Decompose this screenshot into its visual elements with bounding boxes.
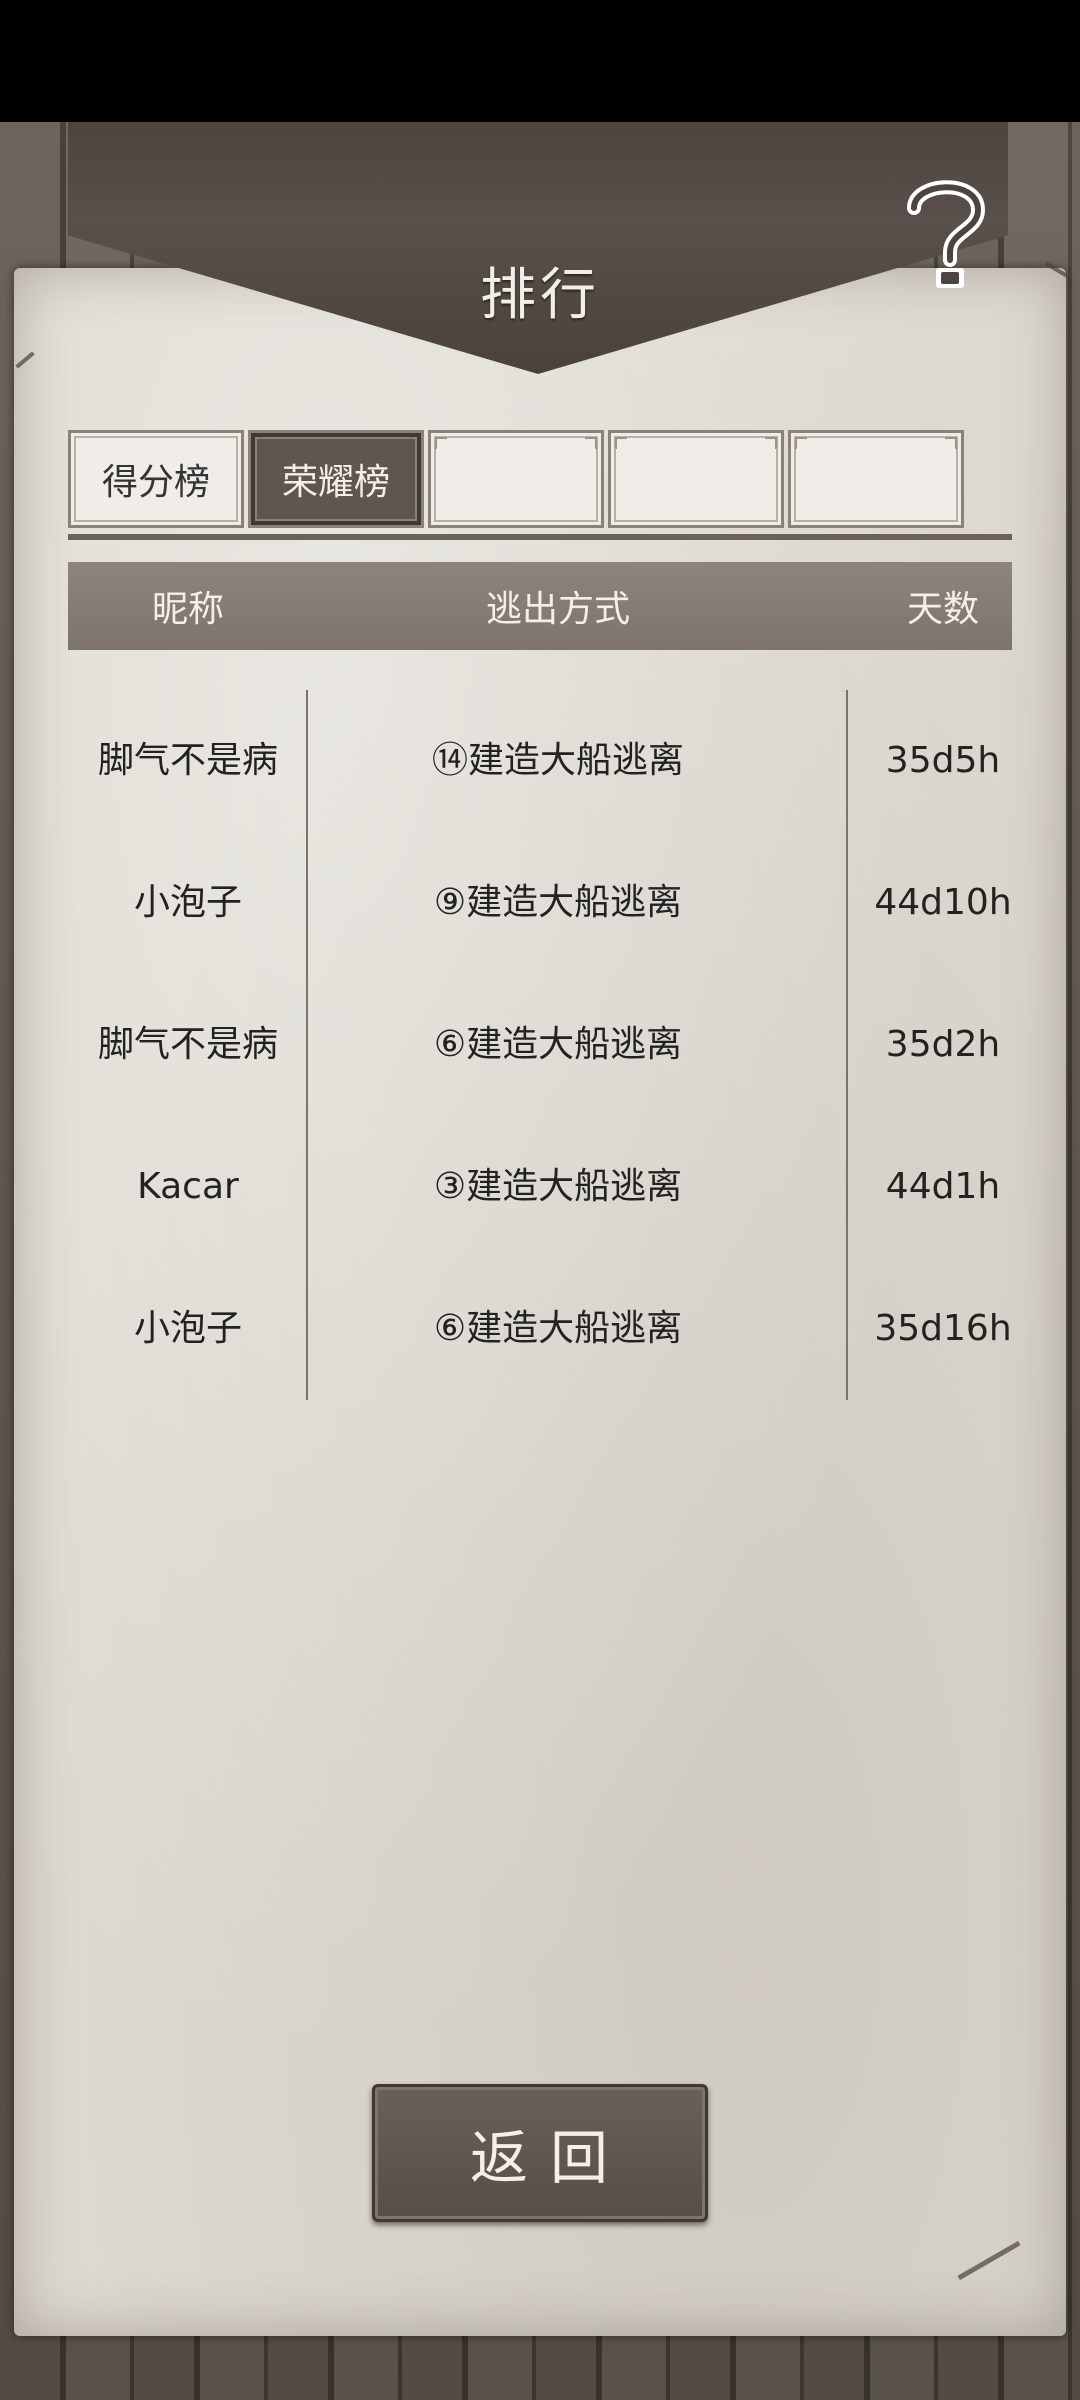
status-bar [0, 0, 1080, 122]
table-row: Kacar ③建造大船逃离 44d1h [68, 1116, 1012, 1258]
row-escape-method: ⑭建造大船逃离 [431, 740, 684, 781]
tab-empty-3[interactable] [428, 430, 604, 528]
tab-empty-5[interactable] [788, 430, 964, 528]
question-mark-icon [907, 180, 986, 288]
tab-label: 得分榜 [101, 462, 210, 503]
row-escape-method: ⑥建造大船逃离 [433, 1024, 683, 1065]
row-days: 35d16h [874, 1308, 1012, 1349]
tab-honor[interactable]: 荣耀榜 [248, 430, 424, 528]
row-nickname: 小泡子 [133, 1308, 242, 1349]
crack-decoration [957, 2240, 1021, 2281]
header-days: 天数 [906, 589, 979, 630]
ranking-table: 脚气不是病 ⑭建造大船逃离 35d5h 小泡子 ⑨建造大船逃离 44d10h 脚… [68, 690, 1012, 1400]
table-row: 小泡子 ⑥建造大船逃离 35d16h [68, 1258, 1012, 1400]
table-row: 小泡子 ⑨建造大船逃离 44d10h [68, 832, 1012, 974]
row-days: 44d1h [885, 1166, 1001, 1207]
table-row: 脚气不是病 ⑥建造大船逃离 35d2h [68, 974, 1012, 1116]
table-row: 脚气不是病 ⑭建造大船逃离 35d5h [68, 690, 1012, 832]
crack-decoration [15, 351, 35, 369]
back-button[interactable]: 返回 [372, 2084, 708, 2222]
header-nickname: 昵称 [151, 589, 224, 630]
page-title: 排行 [480, 263, 600, 328]
tab-empty-4[interactable] [608, 430, 784, 528]
tab-score[interactable]: 得分榜 [68, 430, 244, 528]
row-days: 35d2h [885, 1024, 1001, 1065]
row-days: 44d10h [874, 882, 1012, 923]
row-escape-method: ③建造大船逃离 [433, 1166, 683, 1207]
row-escape-method: ⑥建造大船逃离 [433, 1308, 683, 1349]
tab-label: 荣耀榜 [281, 462, 390, 503]
row-nickname: 脚气不是病 [97, 1024, 278, 1065]
row-days: 35d5h [885, 740, 1001, 781]
row-nickname: Kacar [137, 1166, 239, 1207]
row-escape-method: ⑨建造大船逃离 [433, 882, 683, 923]
leaderboard-tabs: 得分榜 荣耀榜 [68, 430, 1012, 540]
help-button[interactable] [892, 168, 1000, 292]
row-nickname: 脚气不是病 [97, 740, 278, 781]
table-header: 昵称 逃出方式 天数 [68, 562, 1012, 650]
row-nickname: 小泡子 [133, 882, 242, 923]
header-escape-method: 逃出方式 [485, 589, 630, 630]
